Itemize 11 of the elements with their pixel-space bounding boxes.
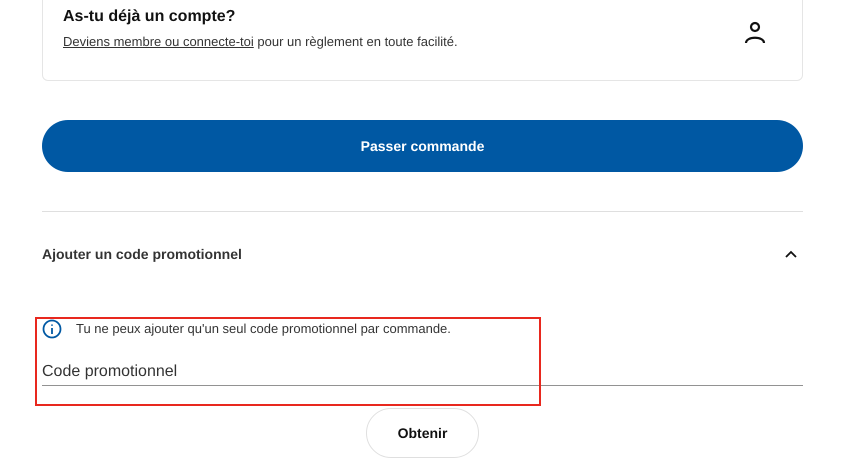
chevron-icon bbox=[785, 250, 797, 258]
apply-button[interactable]: Obtenir bbox=[366, 408, 479, 458]
card-text: Deviens membre ou connecte-toi pour un règlement en toute facilité. bbox=[63, 33, 458, 51]
card-title: As-tu déjà un compte? bbox=[63, 7, 236, 27]
info-icon bbox=[42, 319, 62, 339]
member-link[interactable]: Deviens membre ou connecte-toi bbox=[63, 34, 254, 49]
info-text: Tu ne peux ajouter qu'un seul code promotionnel par commande. bbox=[76, 320, 451, 338]
promo-code-field[interactable]: Code promotionnel bbox=[42, 358, 803, 386]
checkout-button[interactable]: Passer commande bbox=[42, 120, 803, 172]
user-icon bbox=[744, 21, 766, 45]
promo-toggle[interactable]: Ajouter un code promotionnel bbox=[42, 244, 803, 264]
